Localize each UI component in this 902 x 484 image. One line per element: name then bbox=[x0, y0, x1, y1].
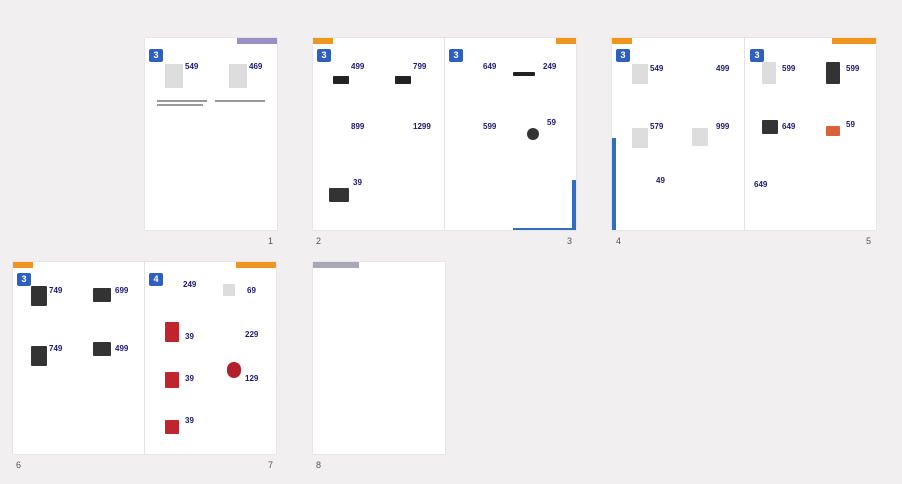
price-label: 1299 bbox=[413, 122, 431, 131]
page-tab bbox=[612, 38, 632, 44]
price-label: 649 bbox=[483, 62, 497, 71]
price-label: 59 bbox=[547, 118, 556, 127]
price-label: 229 bbox=[245, 330, 259, 339]
price-label: 549 bbox=[650, 64, 664, 73]
price-label: 69 bbox=[247, 286, 256, 295]
price-label: 129 bbox=[245, 374, 259, 383]
section-badge: 3 bbox=[17, 273, 31, 286]
dishwasher-image bbox=[692, 128, 708, 146]
page-tab bbox=[556, 38, 576, 44]
page-number: 1 bbox=[268, 236, 274, 246]
page-number: 6 bbox=[16, 460, 22, 470]
price-label: 649 bbox=[782, 122, 796, 131]
price-label: 499 bbox=[351, 62, 365, 71]
section-badge: 3 bbox=[149, 49, 163, 62]
price-label: 499 bbox=[716, 64, 730, 73]
page-tab bbox=[313, 262, 359, 268]
oven-image bbox=[31, 346, 47, 366]
tv-image bbox=[395, 76, 411, 84]
hob-image bbox=[93, 342, 111, 356]
toaster-image bbox=[165, 420, 179, 434]
spread-divider bbox=[744, 38, 745, 230]
hob-image bbox=[93, 288, 111, 302]
page-edge-bar bbox=[572, 180, 576, 230]
price-label: 39 bbox=[353, 178, 362, 187]
price-label: 59 bbox=[846, 120, 855, 129]
product-description bbox=[215, 100, 265, 102]
spread-divider bbox=[444, 38, 445, 230]
cookware-image bbox=[826, 126, 840, 136]
fridge-image bbox=[762, 62, 776, 84]
catalog-page-8[interactable] bbox=[313, 262, 445, 454]
washing-machine-image bbox=[229, 64, 247, 88]
dryer-image bbox=[632, 128, 648, 148]
fryer-image bbox=[223, 284, 235, 296]
page-number: 8 bbox=[316, 460, 322, 470]
page-edge-bar bbox=[513, 228, 576, 230]
catalog-spread-4-5[interactable]: 3 3 549 499 579 999 49 599 599 649 59 64… bbox=[612, 38, 876, 230]
catalog-spread-2-3[interactable]: 3 3 499 799 899 1299 39 649 249 599 59 bbox=[313, 38, 576, 230]
page-tab bbox=[313, 38, 333, 44]
price-label: 39 bbox=[185, 332, 194, 341]
vacuum-image bbox=[227, 362, 241, 378]
soundbar-image bbox=[513, 72, 535, 76]
wine-cooler-image bbox=[826, 62, 840, 84]
price-label: 749 bbox=[49, 344, 63, 353]
page-number: 4 bbox=[616, 236, 622, 246]
price-label: 649 bbox=[754, 180, 768, 189]
price-label: 599 bbox=[782, 64, 796, 73]
price-label: 579 bbox=[650, 122, 664, 131]
price-label: 39 bbox=[185, 416, 194, 425]
page-number: 3 bbox=[567, 236, 573, 246]
product-description bbox=[157, 104, 203, 106]
price-label: 469 bbox=[249, 62, 263, 71]
price-label: 249 bbox=[183, 280, 197, 289]
price-label: 39 bbox=[185, 374, 194, 383]
catalog-page-1[interactable]: 3 549 469 bbox=[145, 38, 277, 230]
page-tab bbox=[832, 38, 876, 44]
price-label: 249 bbox=[543, 62, 557, 71]
page-number: 2 bbox=[316, 236, 322, 246]
oven-image bbox=[31, 286, 47, 306]
page-tab bbox=[13, 262, 33, 268]
price-label: 49 bbox=[656, 176, 665, 185]
price-label: 599 bbox=[483, 122, 497, 131]
coffee-maker-image bbox=[165, 322, 179, 342]
tv-mount-image bbox=[329, 188, 349, 202]
section-badge: 3 bbox=[317, 49, 331, 62]
section-badge: 3 bbox=[449, 49, 463, 62]
price-label: 749 bbox=[49, 286, 63, 295]
price-label: 999 bbox=[716, 122, 730, 131]
price-label: 699 bbox=[115, 286, 129, 295]
page-edge-bar bbox=[612, 138, 616, 230]
oven-image bbox=[762, 120, 778, 134]
catalog-spread-6-7[interactable]: 3 4 749 699 749 499 249 69 39 229 39 129… bbox=[13, 262, 276, 454]
page-number: 7 bbox=[268, 460, 274, 470]
page-tab bbox=[236, 262, 276, 268]
kettle-image bbox=[165, 372, 179, 388]
section-badge: 4 bbox=[149, 273, 163, 286]
price-label: 549 bbox=[185, 62, 199, 71]
tv-image bbox=[333, 76, 349, 84]
washing-machine-image bbox=[165, 64, 183, 88]
price-label: 899 bbox=[351, 122, 365, 131]
product-description bbox=[157, 100, 207, 102]
section-badge: 3 bbox=[750, 49, 764, 62]
page-number: 5 bbox=[866, 236, 872, 246]
headphones-image bbox=[527, 128, 539, 140]
washing-machine-image bbox=[632, 64, 648, 84]
price-label: 499 bbox=[115, 344, 129, 353]
price-label: 799 bbox=[413, 62, 427, 71]
section-badge: 3 bbox=[616, 49, 630, 62]
price-label: 599 bbox=[846, 64, 860, 73]
page-tab bbox=[237, 38, 277, 44]
spread-divider bbox=[144, 262, 145, 454]
